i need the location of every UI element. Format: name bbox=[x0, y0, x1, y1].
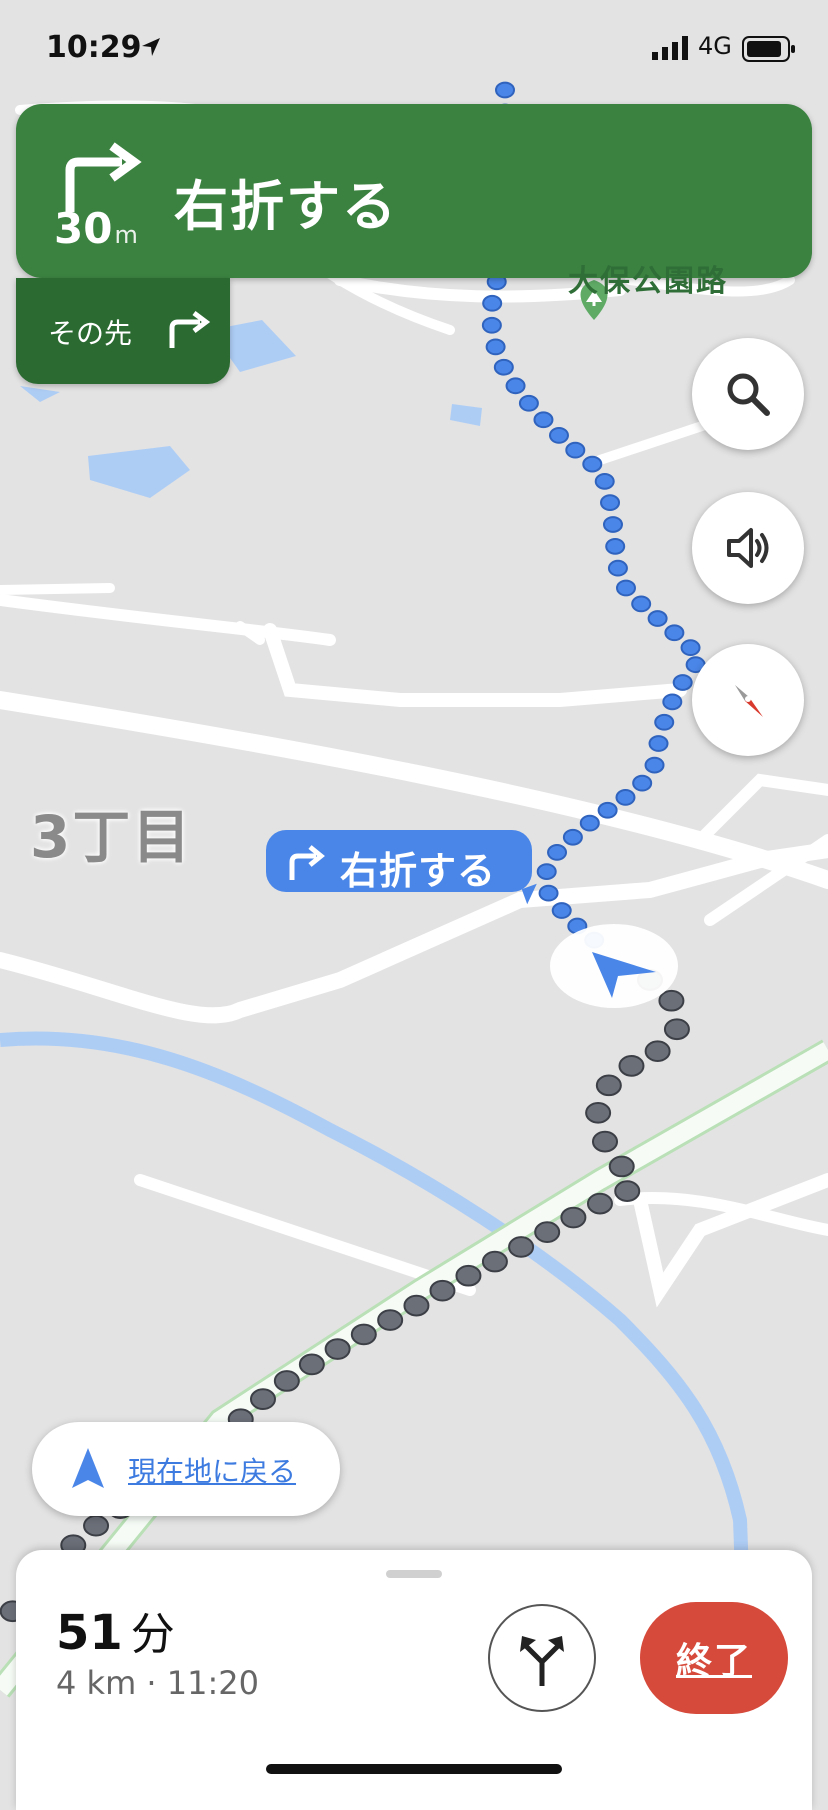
home-indicator bbox=[266, 1764, 562, 1774]
route-dot bbox=[607, 559, 628, 577]
traveled-dot bbox=[298, 1353, 325, 1376]
traveled-dot bbox=[586, 1192, 613, 1215]
recenter-button[interactable]: 現在地に戻る bbox=[32, 1422, 340, 1516]
route-dot bbox=[551, 902, 572, 919]
traveled-dot bbox=[591, 1130, 618, 1153]
eta-unit: 分 bbox=[130, 1609, 175, 1660]
turn-instruction-text: 右折する bbox=[174, 175, 398, 238]
traveled-dot bbox=[534, 1221, 561, 1243]
turn-distance: 30 m bbox=[54, 204, 138, 253]
sheet-drag-handle[interactable] bbox=[386, 1570, 442, 1578]
route-dot bbox=[482, 294, 503, 312]
turn-distance-unit: m bbox=[114, 221, 138, 249]
traveled-dot bbox=[585, 1101, 612, 1124]
traveled-dot bbox=[455, 1264, 482, 1287]
route-dot bbox=[565, 441, 586, 459]
route-dot bbox=[664, 624, 685, 642]
traveled-dot bbox=[83, 1514, 110, 1537]
eta-duration: 51 分 bbox=[56, 1598, 175, 1662]
traveled-dot bbox=[644, 1040, 671, 1063]
status-time: 10:29 bbox=[46, 30, 142, 65]
route-dot bbox=[582, 455, 603, 473]
route-dot bbox=[533, 411, 554, 429]
traveled-dot bbox=[273, 1370, 300, 1392]
route-dot bbox=[562, 828, 583, 846]
route-dot bbox=[602, 516, 623, 533]
route-dot bbox=[547, 844, 568, 861]
route-dot bbox=[662, 693, 683, 711]
route-dot bbox=[536, 863, 557, 880]
turn-right-icon bbox=[169, 311, 211, 348]
route-dot bbox=[548, 426, 569, 444]
route-dot bbox=[648, 735, 669, 752]
current-position-marker bbox=[550, 924, 678, 1008]
next-maneuver-panel[interactable]: その先 bbox=[16, 278, 230, 384]
traveled-dot bbox=[249, 1388, 276, 1410]
status-bar: 10:29 4G bbox=[0, 0, 828, 100]
traveled-dot bbox=[658, 989, 685, 1012]
route-dot bbox=[594, 472, 615, 490]
traveled-dot bbox=[377, 1309, 404, 1331]
traveled-dot bbox=[350, 1323, 377, 1346]
trip-distance-arrival: 4 km · 11:20 bbox=[56, 1664, 259, 1702]
route-dot bbox=[493, 358, 514, 376]
compass-button[interactable] bbox=[692, 644, 804, 756]
maneuver-callout-text: 右折する bbox=[340, 849, 497, 893]
turn-distance-value: 30 bbox=[54, 204, 113, 253]
alternate-routes-button[interactable] bbox=[488, 1604, 596, 1712]
traveled-dot bbox=[481, 1250, 508, 1273]
search-icon bbox=[727, 373, 770, 416]
battery-icon bbox=[742, 36, 795, 62]
cellular-signal-icon bbox=[652, 36, 688, 60]
route-dot bbox=[647, 610, 668, 627]
route-split-icon bbox=[520, 1636, 564, 1686]
park-name-label: 大保公園路 bbox=[568, 264, 728, 299]
traveled-dot bbox=[324, 1338, 351, 1360]
turn-right-icon bbox=[289, 845, 325, 880]
traveled-dot bbox=[614, 1180, 641, 1202]
district-label: 3丁目 bbox=[30, 803, 193, 871]
route-dot bbox=[505, 377, 526, 395]
route-dot bbox=[518, 394, 539, 412]
recenter-label: 現在地に戻る bbox=[128, 1455, 297, 1488]
traveled-dot bbox=[403, 1294, 430, 1317]
end-navigation-button[interactable]: 終了 bbox=[640, 1602, 788, 1714]
sound-button[interactable] bbox=[692, 492, 804, 604]
traveled-dot bbox=[663, 1018, 690, 1041]
speaker-icon bbox=[727, 528, 769, 568]
compass-icon bbox=[735, 685, 763, 717]
route-dot bbox=[485, 338, 506, 356]
search-button[interactable] bbox=[692, 338, 804, 450]
route-dot bbox=[481, 316, 502, 334]
next-maneuver-label: その先 bbox=[48, 317, 133, 350]
navigation-arrow-icon bbox=[72, 1448, 104, 1488]
route-dot bbox=[600, 494, 621, 512]
traveled-dot bbox=[618, 1055, 645, 1077]
route-dot bbox=[654, 713, 675, 731]
route-dot bbox=[644, 756, 665, 774]
traveled-dot bbox=[429, 1279, 456, 1302]
route-dot bbox=[632, 774, 653, 792]
route-dot bbox=[672, 674, 693, 691]
network-type: 4G bbox=[698, 32, 732, 60]
maneuver-callout: 右折する bbox=[266, 830, 543, 905]
traveled-dot bbox=[560, 1206, 587, 1229]
route-dot bbox=[579, 814, 600, 832]
route-dot bbox=[615, 789, 636, 806]
traveled-dot bbox=[595, 1074, 622, 1097]
eta-value: 51 bbox=[56, 1605, 123, 1661]
traveled-dot bbox=[508, 1236, 535, 1258]
route-dot bbox=[680, 639, 701, 657]
route-dot bbox=[597, 801, 618, 819]
location-arrow-icon bbox=[142, 38, 160, 56]
route-dot bbox=[605, 537, 626, 555]
turn-instruction-banner[interactable]: 30 m 右折する bbox=[16, 104, 812, 278]
turn-right-icon bbox=[65, 142, 142, 212]
traveled-dot bbox=[608, 1155, 635, 1178]
route-dot bbox=[615, 579, 636, 597]
route-dot bbox=[631, 595, 652, 613]
